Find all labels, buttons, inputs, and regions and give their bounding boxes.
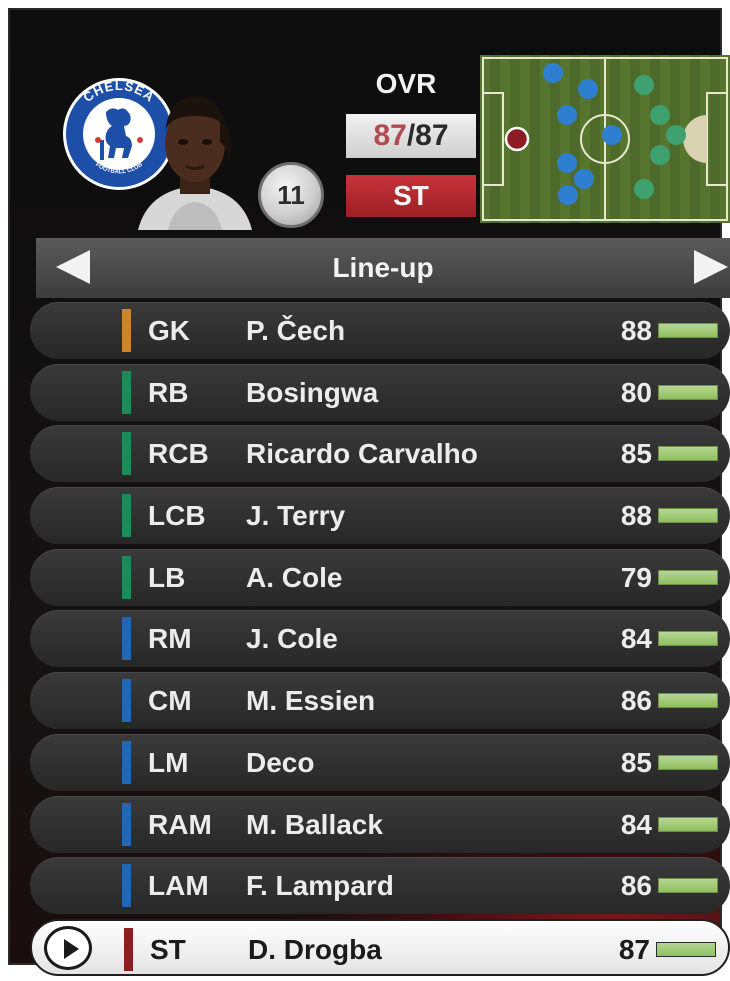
formation-pitch[interactable]: [480, 55, 730, 223]
player-row[interactable]: LM Deco 85: [30, 733, 730, 791]
player-rating: 85: [620, 746, 652, 778]
player-row[interactable]: GK P. Čech 88: [30, 302, 730, 359]
right-arrow-icon[interactable]: [694, 250, 728, 284]
player-portrait: [138, 96, 252, 230]
player-name: D. Drogba: [248, 933, 382, 965]
condition-bar: [656, 941, 716, 957]
player-row-selected[interactable]: ST D. Drogba 87: [30, 918, 730, 976]
condition-bar: [658, 816, 718, 832]
player-position: RAM: [148, 808, 212, 840]
player-row[interactable]: RAM M. Ballack 84: [30, 795, 730, 853]
play-icon[interactable]: [44, 925, 92, 970]
player-rating: 86: [620, 870, 652, 902]
player-name: F. Lampard: [246, 870, 394, 902]
player-name: Bosingwa: [246, 376, 379, 408]
player-position: RM: [148, 623, 192, 655]
player-position: RB: [148, 376, 189, 408]
player-name: P. Čech: [246, 315, 346, 346]
condition-bar: [658, 384, 718, 400]
position-group-stripe: [122, 679, 131, 723]
player-name: Deco: [246, 746, 315, 778]
player-row[interactable]: LAM F. Lampard 86: [30, 857, 730, 915]
player-rating: 85: [620, 438, 652, 470]
position-group-stripe: [122, 494, 131, 538]
marker-player[interactable]: [558, 185, 578, 205]
condition-bar: [658, 693, 718, 709]
marker-player[interactable]: [602, 125, 622, 145]
position-group-stripe: [124, 927, 133, 971]
position-group-stripe: [122, 432, 131, 476]
lineup-title: Line-up: [332, 252, 434, 283]
position-group-stripe: [122, 864, 131, 908]
lineup-header: Line-up: [36, 238, 730, 298]
condition-bar: [658, 754, 718, 770]
marker-opponent: [666, 125, 686, 145]
condition-bar: [658, 569, 718, 585]
position-group-stripe: [122, 802, 131, 846]
marker-opponent: [650, 145, 670, 165]
condition-bar: [658, 323, 718, 338]
player-rating: 84: [620, 808, 652, 840]
ovr-rating: 87 / 87: [346, 114, 476, 158]
player-name: A. Cole: [246, 561, 343, 593]
player-name: M. Ballack: [246, 808, 383, 840]
marker-opponent: [634, 179, 654, 199]
position-badge: ST: [346, 175, 476, 217]
player-name: Ricardo Carvalho: [246, 438, 478, 470]
player-position: ST: [150, 933, 186, 965]
player-row[interactable]: RB Bosingwa 80: [30, 363, 730, 421]
player-position: LB: [148, 561, 186, 593]
marker-selected-player[interactable]: [504, 126, 530, 152]
condition-bar: [658, 508, 718, 524]
ovr-separator: /: [406, 119, 416, 152]
position-group-stripe: [122, 309, 131, 352]
condition-bar: [658, 446, 718, 462]
player-rating: 86: [620, 685, 652, 717]
ovr-current: 87: [373, 119, 407, 152]
marker-opponent: [634, 75, 654, 95]
player-rating: 79: [620, 561, 652, 593]
player-row[interactable]: LB A. Cole 79: [30, 548, 730, 606]
player-position: GK: [148, 315, 190, 346]
player-rating: 88: [620, 500, 652, 532]
marker-player[interactable]: [557, 153, 577, 173]
player-row[interactable]: LCB J. Terry 88: [30, 487, 730, 545]
shirt-number-badge: 11: [258, 162, 324, 228]
player-position: CM: [148, 685, 192, 717]
player-rating: 80: [620, 376, 652, 408]
ovr-max: 87: [415, 119, 449, 152]
marker-player[interactable]: [578, 79, 598, 99]
left-arrow-icon[interactable]: [56, 250, 90, 284]
player-position: RCB: [148, 438, 209, 470]
player-name: J. Terry: [246, 500, 346, 532]
lineup-screen: CHELSEA FOOTBALL CLUB 11 OVR 87 / 87 ST: [8, 8, 730, 976]
condition-bar: [658, 878, 718, 894]
position-group-stripe: [122, 555, 131, 599]
player-name: M. Essien: [246, 685, 376, 717]
marker-player[interactable]: [557, 105, 577, 125]
player-row[interactable]: RM J. Cole 84: [30, 610, 730, 668]
condition-bar: [658, 631, 718, 647]
player-name: J. Cole: [246, 623, 338, 655]
marker-player[interactable]: [574, 169, 594, 189]
position-group-stripe: [122, 370, 131, 414]
ovr-label: OVR: [375, 68, 437, 99]
position-group-stripe: [122, 740, 131, 784]
player-position: LM: [148, 746, 189, 778]
player-position: LCB: [148, 500, 206, 532]
player-row[interactable]: CM M. Essien 86: [30, 672, 730, 730]
player-rating: 84: [620, 623, 652, 655]
marker-opponent: [650, 105, 670, 125]
player-rating: 87: [618, 933, 650, 965]
player-list: GK P. Čech 88 RB Bosingwa 80 RCB Ricardo Carval…: [30, 302, 730, 981]
player-rating: 88: [620, 315, 652, 346]
marker-player[interactable]: [543, 63, 563, 83]
player-row[interactable]: RCB Ricardo Carvalho 85: [30, 425, 730, 483]
position-group-stripe: [122, 617, 131, 661]
player-position: LAM: [148, 870, 209, 902]
